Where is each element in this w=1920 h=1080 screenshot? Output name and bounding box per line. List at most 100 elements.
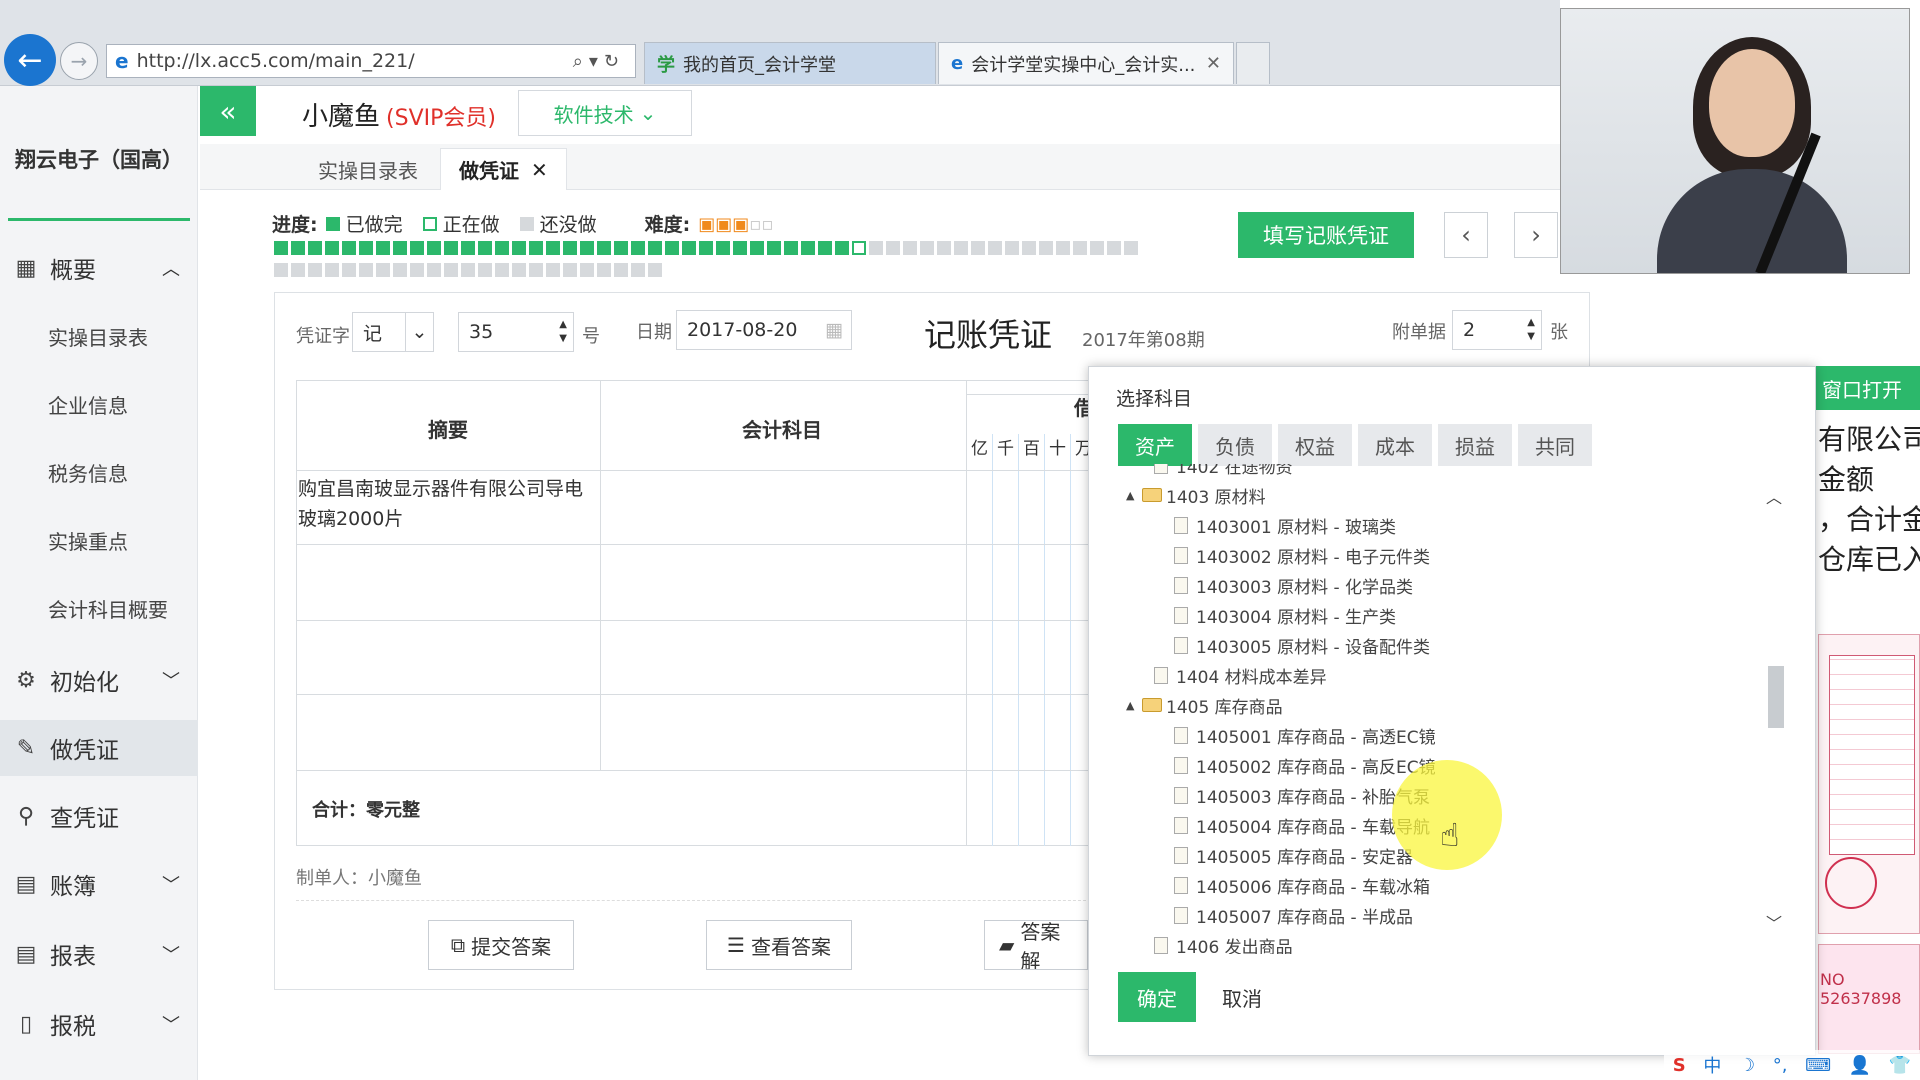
progress-cell[interactable] [648,241,662,255]
address-bar[interactable]: e http://lx.acc5.com/main_221/ ⌕▾↻ [106,44,636,78]
progress-cell[interactable] [937,241,951,255]
progress-cell[interactable] [359,263,373,277]
progress-cell[interactable] [512,241,526,255]
sidebar-item-ledger[interactable]: ▤ 账簿 ﹀ [0,856,198,912]
progress-cell[interactable] [954,241,968,255]
progress-cell[interactable] [376,241,390,255]
tree-leaf[interactable]: 1403004 原材料 - 生产类 [1126,600,1766,630]
sidebar-item-account-overview[interactable]: 会计科目概要 [0,574,198,642]
expand-icon[interactable]: ▲ [1126,699,1140,712]
close-icon[interactable]: ✕ [1206,53,1221,74]
picker-tab[interactable]: 负债 [1198,424,1272,466]
row-summary-input[interactable] [298,624,598,692]
progress-cell[interactable] [444,263,458,277]
tab-catalog[interactable]: 实操目录表 [300,148,436,190]
scrollbar-thumb[interactable] [1768,666,1784,728]
ime-icon[interactable]: 中 [1703,1052,1721,1078]
progress-cell[interactable] [495,241,509,255]
progress-cell[interactable] [308,263,322,277]
progress-cell[interactable] [291,263,305,277]
progress-cell[interactable] [648,263,662,277]
progress-cell[interactable] [631,263,645,277]
picker-tab[interactable]: 成本 [1358,424,1432,466]
date-input[interactable]: 2017-08-20 ▦ [676,310,852,350]
sidebar-item-query-voucher[interactable]: ⚲ 查凭证 [0,788,198,844]
progress-cell[interactable] [818,241,832,255]
progress-cell[interactable] [461,263,475,277]
calendar-icon[interactable]: ▦ [825,319,843,341]
progress-cell[interactable] [988,241,1002,255]
prev-icon[interactable]: ‹ [1444,212,1488,258]
progress-cell[interactable] [342,241,356,255]
progress-cell[interactable] [852,241,866,255]
stepper-arrows-icon[interactable]: ▲ ▼ [1527,316,1535,344]
progress-cell[interactable] [631,241,645,255]
progress-cell[interactable] [478,263,492,277]
progress-cell[interactable] [614,241,628,255]
progress-cell[interactable] [682,241,696,255]
progress-cell[interactable] [291,241,305,255]
progress-cell[interactable] [1090,241,1104,255]
progress-cell[interactable] [767,241,781,255]
picker-tab[interactable]: 权益 [1278,424,1352,466]
browser-tab-home[interactable]: 学 我的首页_会计学堂 [644,42,936,84]
progress-cell[interactable] [410,241,424,255]
next-icon[interactable]: › [1514,212,1558,258]
tab-make-voucher[interactable]: 做凭证 ✕ [440,148,567,190]
progress-cell[interactable] [427,241,441,255]
progress-cell[interactable] [920,241,934,255]
progress-cell[interactable] [1073,241,1087,255]
stepper-arrows-icon[interactable]: ▲ ▼ [559,318,567,346]
progress-cell[interactable] [410,263,424,277]
voucher-number-stepper[interactable]: 35 ▲ ▼ [458,312,574,352]
row-summary-input[interactable] [298,698,598,766]
progress-cell[interactable] [325,263,339,277]
ime-toolbar[interactable]: S 中 ☽ °, ⌨ 👤 👕 [1664,1050,1920,1080]
ime-icon[interactable]: ☽ [1739,1055,1755,1076]
sidebar-item-make-voucher[interactable]: ✎ 做凭证 [0,720,198,776]
back-icon[interactable]: ← [4,34,56,86]
progress-cell[interactable] [580,263,594,277]
cancel-button[interactable]: 取消 [1212,972,1272,1022]
progress-cell[interactable] [478,241,492,255]
tree-leaf[interactable]: 1403001 原材料 - 玻璃类 [1126,510,1766,540]
tree-leaf[interactable]: 1403002 原材料 - 电子元件类 [1126,540,1766,570]
picker-tab[interactable]: 损益 [1438,424,1512,466]
answer-explain-button[interactable]: ▰ 答案解 [984,920,1088,970]
progress-cell[interactable] [699,241,713,255]
progress-cell[interactable] [359,241,373,255]
search-refresh-icons[interactable]: ⌕▾↻ [573,51,625,72]
sidebar-item-tax[interactable]: ▯ 报税 ﹀ [0,996,198,1052]
progress-cell[interactable] [1056,241,1070,255]
progress-cell[interactable] [580,241,594,255]
picker-tab[interactable]: 资产 [1118,424,1192,466]
progress-cell[interactable] [546,263,560,277]
tree-folder[interactable]: ▲ 1403 原材料 [1126,480,1766,510]
progress-cell[interactable] [1124,241,1138,255]
scroll-down-icon[interactable]: ﹀ [1766,910,1782,934]
tree-leaf[interactable]: 1403005 原材料 - 设备配件类 [1126,630,1766,660]
open-window-button[interactable]: 窗口打开 [1816,366,1920,410]
progress-cell[interactable] [597,263,611,277]
ime-icon[interactable]: 👕 [1889,1055,1911,1076]
progress-cell[interactable] [427,263,441,277]
tree-leaf[interactable]: 1405007 库存商品 - 半成品 [1126,900,1766,930]
confirm-button[interactable]: 确定 [1118,972,1196,1022]
sidebar-item-company-info[interactable]: 企业信息 [0,370,198,438]
sidebar-item-key-points[interactable]: 实操重点 [0,506,198,574]
tree-folder[interactable]: ▲ 1405 库存商品 [1126,690,1766,720]
tree-leaf[interactable]: 1405006 库存商品 - 车载冰箱 [1126,870,1766,900]
tree-leaf[interactable]: 1403003 原材料 - 化学品类 [1126,570,1766,600]
row-summary-input[interactable]: 购宜昌南玻显示器件有限公司导电玻璃2000片 [298,474,598,534]
progress-cell[interactable] [444,241,458,255]
progress-cell[interactable] [716,241,730,255]
progress-cell[interactable] [750,241,764,255]
progress-cell[interactable] [529,241,543,255]
software-tech-dropdown[interactable]: 软件技术 ⌄ [518,90,692,136]
progress-cell[interactable] [495,263,509,277]
tree-leaf[interactable]: 1405001 库存商品 - 高透EC镜 [1126,720,1766,750]
progress-cell[interactable] [886,241,900,255]
progress-cell[interactable] [342,263,356,277]
expand-icon[interactable]: ▲ [1126,489,1140,502]
progress-cell[interactable] [393,241,407,255]
